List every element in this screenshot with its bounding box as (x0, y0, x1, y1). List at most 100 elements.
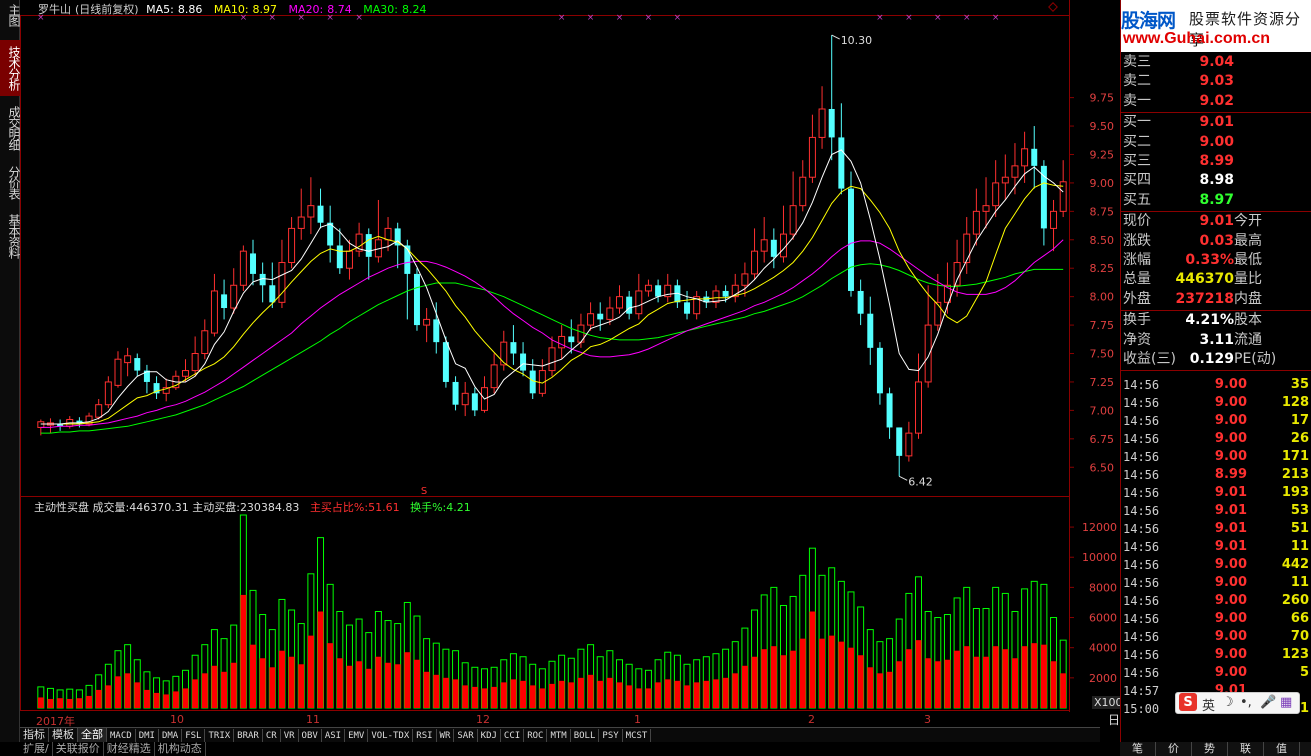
tick-price: 9.00 (1214, 413, 1247, 428)
fundamentals-value: 3.11 (1199, 331, 1234, 348)
right-tab-2[interactable]: 势 (1192, 742, 1228, 756)
buy-volume-bar (819, 638, 826, 708)
tab-0[interactable]: 指标 (20, 728, 49, 743)
brand-url: www.Guhai.com.cn (1123, 30, 1270, 47)
candle-body (848, 188, 854, 291)
buy-volume-bar (442, 677, 449, 708)
date-label-nov: 11 (306, 713, 320, 726)
info-tab-2[interactable]: 财经精选 (104, 742, 155, 756)
fundamentals-value: 4.21% (1185, 312, 1234, 329)
order_book-value: 9.02 (1199, 92, 1234, 109)
tab-main-chart[interactable]: 主图 (0, 0, 21, 30)
ma20-value: 8.74 (327, 3, 352, 16)
separator (1121, 370, 1311, 371)
info-tab-3[interactable]: 机构动态 (155, 742, 206, 756)
date-label-jan: 1 (634, 713, 641, 726)
buy-volume-bar (963, 646, 970, 708)
buy-volume-bar (606, 677, 613, 708)
buy-volume-bar (66, 698, 73, 708)
order_book-row: 卖二 9.03 (1121, 72, 1311, 91)
stats-value: 9.01 (1199, 213, 1234, 230)
tick-price: 9.00 (1214, 575, 1247, 590)
ime-toolbar[interactable]: S 英 ☽ •, 🎤 ▦ (1175, 692, 1300, 714)
tab-1[interactable]: 模板 (49, 728, 78, 743)
tick-price: 9.00 (1214, 395, 1247, 410)
candle-body (134, 358, 141, 371)
buy-volume-bar (413, 659, 420, 708)
tick-price: 9.00 (1214, 431, 1247, 446)
kline-chart-area[interactable]: 9.75 9.50 9.25 9.00 8.75 8.50 8.25 8.00 7.75 7.50… (20, 0, 1132, 728)
tab-price-table[interactable]: 分价表 (0, 160, 21, 204)
buy-volume-bar (269, 667, 276, 708)
ime-keyboard-icon[interactable]: ▦ (1280, 695, 1292, 710)
order_book-label: 卖三 (1123, 54, 1151, 70)
tick-volume: 11 (1290, 539, 1309, 554)
signal-marker: × (558, 13, 566, 23)
kline-chart-svg[interactable]: 9.75 9.50 9.25 9.00 8.75 8.50 8.25 8.00 7.75 7.50… (20, 0, 1120, 712)
ma5-value: 8.86 (177, 3, 203, 16)
tab-technical-analysis[interactable]: 技术分析 (0, 40, 21, 96)
tick-time: 14:56 (1123, 378, 1160, 392)
tab-trade-details[interactable]: 成交明细 (0, 100, 21, 156)
candle-body (953, 262, 961, 286)
buy-volume-bar (385, 662, 392, 708)
buy-volume-bar (1050, 661, 1057, 708)
order_book-value: 9.00 (1199, 133, 1234, 150)
buy-volume-bar (587, 674, 594, 708)
buy-volume-bar (915, 640, 922, 708)
candle-body (779, 233, 787, 258)
buy-volume-bar (375, 656, 382, 708)
right-tab-1[interactable]: 价 (1156, 742, 1192, 756)
right-tab-0[interactable]: 笔 (1120, 742, 1156, 756)
order_book-label: 买四 (1123, 172, 1151, 189)
buy-volume-bar (828, 635, 835, 708)
tick-volume: 442 (1281, 557, 1309, 572)
buy-volume-bar (645, 688, 652, 708)
ime-moon-icon[interactable]: ☽ (1222, 695, 1234, 710)
buy-volume-bar (722, 677, 729, 708)
ime-punctuation-icon[interactable]: •, (1240, 695, 1252, 710)
order_book-label: 买三 (1123, 153, 1151, 169)
candle-body (221, 294, 228, 309)
right-tab-3[interactable]: 联 (1228, 742, 1264, 756)
buy-volume-bar (529, 685, 536, 708)
buy-volume-bar (770, 646, 777, 708)
volume-tick-label: 4000 (1089, 642, 1117, 655)
price-tick-label: 6.75 (1090, 433, 1115, 446)
signal-marker: × (905, 13, 913, 23)
right-tab-4[interactable]: 值 (1264, 742, 1300, 756)
buy-volume-bar (182, 688, 189, 708)
ime-lang[interactable]: 英 (1202, 695, 1215, 714)
fundamentals-label: 换手 (1123, 312, 1151, 329)
price-tick-label: 9.50 (1090, 120, 1115, 133)
order_book-label: 买五 (1123, 191, 1151, 208)
info-tab-1[interactable]: 关联报价 (53, 742, 104, 756)
ime-mic-icon[interactable]: 🎤 (1260, 695, 1276, 710)
tick-price: 9.00 (1214, 611, 1247, 626)
fundamentals-value: 0.129 (1189, 351, 1234, 367)
candle-body (644, 284, 652, 292)
ma10-value: 8.97 (252, 3, 278, 16)
left-vertical-tabs: 主图 技术分析 成交明细 分价表 基本资料 (0, 0, 21, 742)
candle-body (490, 364, 498, 389)
info-tab-0[interactable]: 扩展/ (20, 742, 53, 756)
tick-row: 14:56 9.00 70 (1121, 628, 1311, 646)
tick-time: 14:56 (1123, 648, 1160, 662)
stats-value: 0.03 (1199, 232, 1234, 249)
fundamentals-row: 收益(三) 0.129 PE(动) (1121, 350, 1311, 369)
tab-2[interactable]: 全部 (78, 728, 107, 743)
candle-body (963, 233, 971, 264)
buy-volume-bar (259, 658, 266, 708)
buy-volume-bar (848, 647, 854, 708)
date-label-dec: 12 (476, 713, 490, 726)
order_book-value: 9.03 (1199, 73, 1234, 90)
candle-body (808, 136, 816, 178)
stats-label2: 内盘 (1234, 290, 1262, 307)
candle-body (558, 335, 566, 349)
quote-panel: 股海网 股票软件资源分享 www.Guhai.com.cn 卖三 9.04 卖二 9.… (1120, 0, 1311, 742)
buy-volume-bar (37, 697, 44, 708)
buy-volume-bar (134, 682, 141, 708)
tick-time: 14:56 (1123, 576, 1160, 590)
order_book-row: 买四 8.98 (1121, 171, 1311, 190)
tab-basic-info[interactable]: 基本资料 (0, 208, 21, 264)
